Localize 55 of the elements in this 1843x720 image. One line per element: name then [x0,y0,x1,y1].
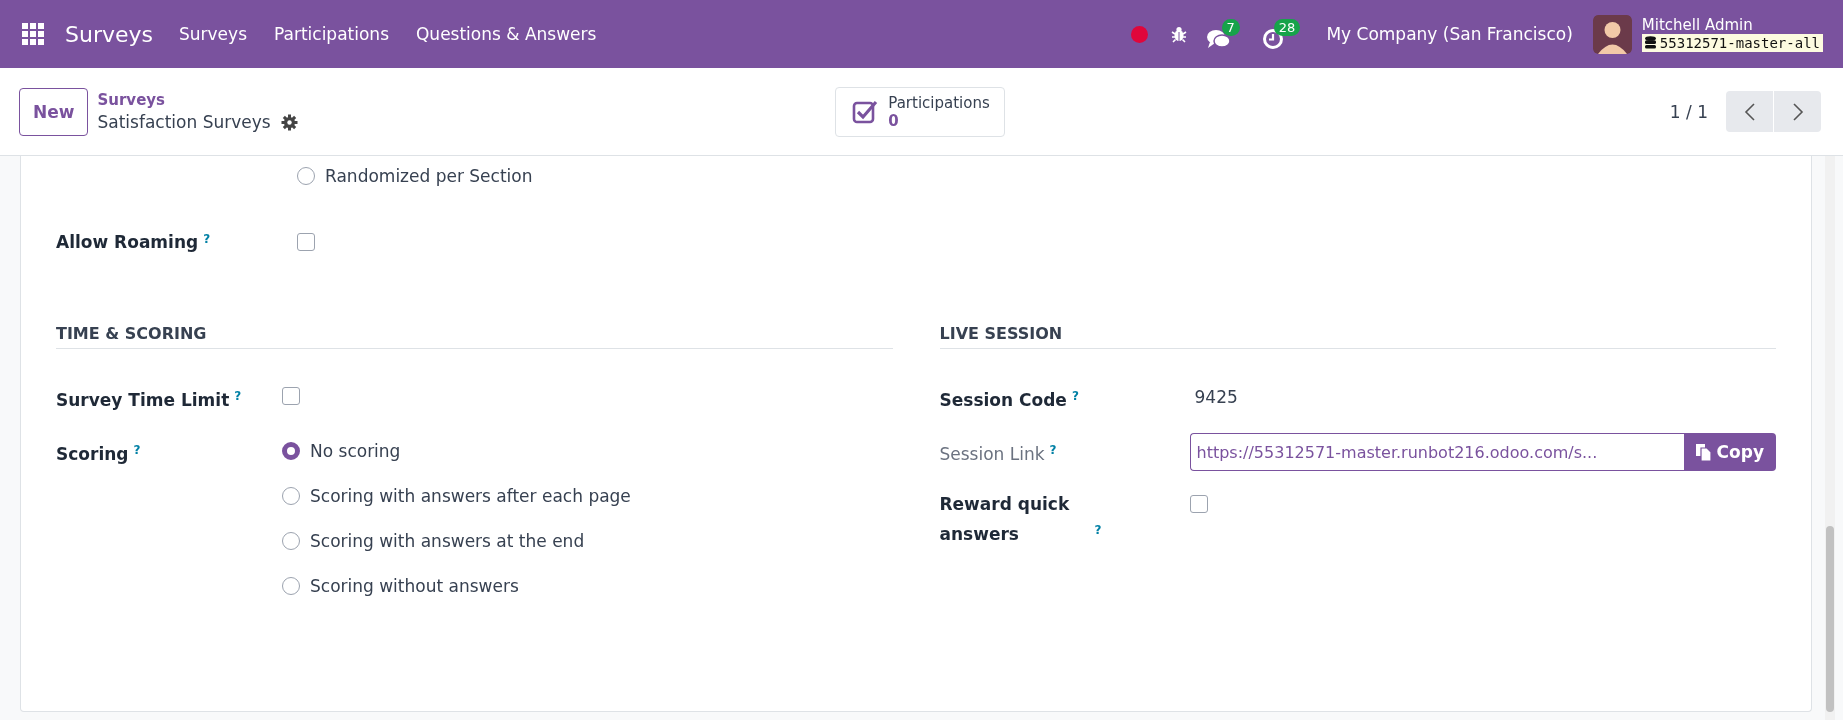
radio-label[interactable]: Scoring with answers at the end [310,531,585,551]
user-name[interactable]: Mitchell Admin [1641,16,1823,34]
radio-label[interactable]: Scoring without answers [310,576,519,596]
radio-label[interactable]: Scoring with answers after each page [310,486,631,506]
counter-badge: 7 [1221,18,1240,36]
copy-icon [1695,443,1711,461]
help-tooltip[interactable]: ? [1094,522,1102,537]
database-icon [1644,36,1656,49]
previous-button[interactable] [1726,91,1773,132]
help-tooltip[interactable]: ? [1071,389,1079,403]
section-heading: TIME & SCORING [56,324,893,349]
avatar-icon[interactable] [1592,14,1632,54]
radio-label[interactable]: Randomized per Section [325,166,533,186]
field-label: Scoring [56,443,129,467]
activities-button[interactable]: 28 [1261,18,1301,50]
menu-item[interactable]: Participations [274,24,389,44]
chevron-left-icon [1743,101,1756,122]
field-label: Session Code [939,389,1067,413]
record-title: Satisfaction Surveys [97,112,271,132]
field-label: Session Link [939,443,1045,467]
breadcrumb-link[interactable]: Surveys [97,91,298,109]
menu-item[interactable]: Surveys [179,24,247,44]
help-tooltip[interactable]: ? [234,389,242,403]
company-switcher[interactable]: My Company (San Francisco) [1326,24,1573,44]
next-button[interactable] [1774,91,1821,132]
field-value: 9425 [1193,387,1238,409]
checkbox[interactable] [282,387,300,405]
menu-item[interactable]: Questions & Answers [416,24,597,44]
radio-button[interactable] [282,532,300,550]
checkbox[interactable] [1189,495,1208,513]
app-name[interactable]: Surveys [65,21,153,47]
database-name: 55312571-master-all [1659,34,1820,51]
radio-label[interactable]: No scoring [310,441,401,461]
help-tooltip[interactable]: ? [133,443,141,457]
bug-icon[interactable] [1169,25,1188,43]
counter-badge: 28 [1273,18,1301,36]
radio-button[interactable] [282,577,300,595]
participations-smart-button[interactable]: Participations 0 [835,86,1005,137]
new-button[interactable]: New [19,87,89,136]
radio-button[interactable] [282,442,300,460]
settings-icon[interactable] [280,113,298,131]
field-label: Reward quick answers [939,493,1071,546]
help-tooltip[interactable]: ? [203,232,211,246]
apps-grid-icon[interactable] [22,23,44,45]
checkbox-checked-icon [852,98,879,125]
radio-button[interactable] [282,487,300,505]
recording-dot-icon[interactable] [1130,25,1148,43]
chevron-right-icon [1791,101,1804,122]
radio-button[interactable] [297,167,315,185]
messages-button[interactable]: 7 [1205,18,1240,50]
field-label: Survey Time Limit [56,389,230,413]
field-label: Allow Roaming [56,232,199,252]
section-heading: LIVE SESSION [939,324,1776,349]
checkbox[interactable] [297,233,315,251]
pager-counter: 1 / 1 [1669,101,1708,122]
